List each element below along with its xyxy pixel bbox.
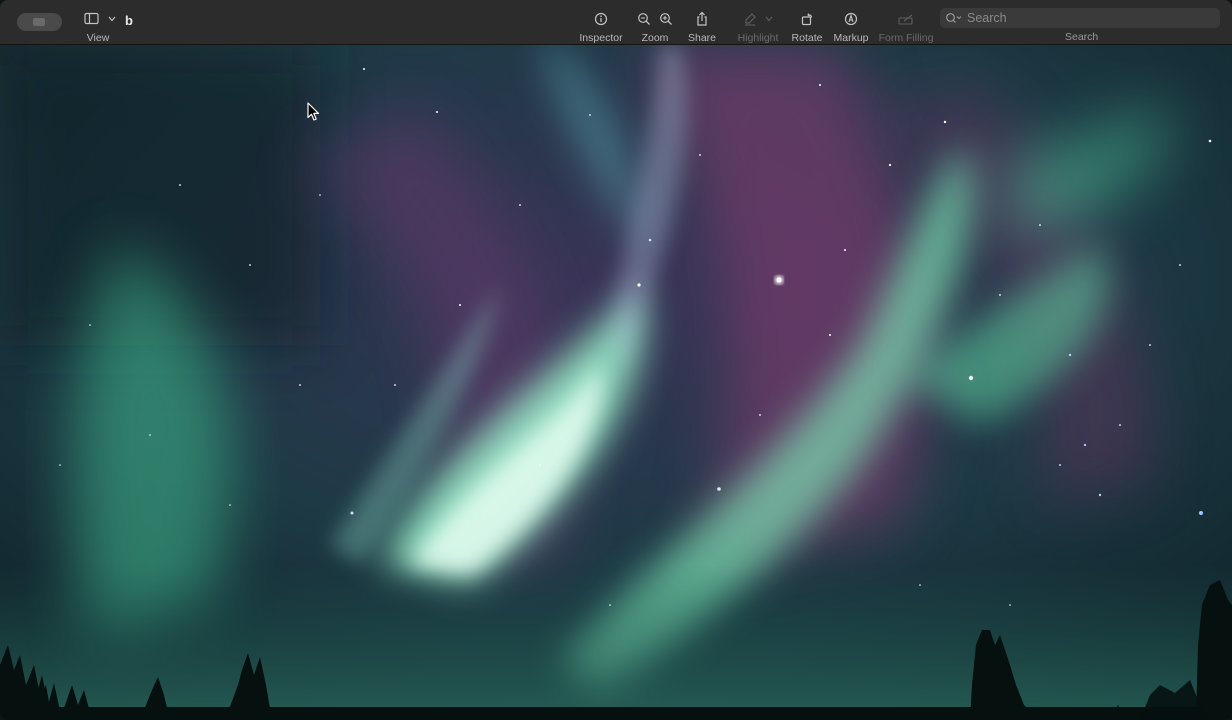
view-label: View bbox=[86, 32, 110, 44]
search-icon bbox=[946, 13, 962, 23]
preview-window: View b Inspector Zoom Share Highlight Ro… bbox=[0, 0, 1232, 720]
share-label: Share bbox=[687, 32, 717, 44]
info-icon bbox=[594, 12, 608, 26]
form-filling-button[interactable]: Form Filling bbox=[878, 0, 934, 45]
inspector-button[interactable]: Inspector bbox=[578, 0, 624, 45]
search-field[interactable] bbox=[940, 8, 1220, 28]
zoom-control[interactable]: Zoom bbox=[634, 0, 676, 45]
search-label: Search bbox=[1065, 31, 1099, 43]
zoom-label: Zoom bbox=[641, 32, 669, 44]
highlight-button[interactable]: Highlight bbox=[736, 0, 780, 45]
markup-pen-icon bbox=[844, 12, 858, 26]
markup-button[interactable]: Markup bbox=[832, 0, 870, 45]
sidebar-icon bbox=[84, 12, 99, 25]
form-filling-icon bbox=[898, 14, 913, 25]
form-filling-label: Form Filling bbox=[878, 32, 934, 44]
highlighter-icon bbox=[745, 13, 756, 26]
mouse-pointer-icon bbox=[307, 102, 320, 121]
highlight-label: Highlight bbox=[737, 32, 779, 44]
share-button[interactable]: Share bbox=[686, 0, 718, 45]
document-title: b bbox=[125, 13, 133, 28]
toolbar: View b Inspector Zoom Share Highlight Ro… bbox=[0, 0, 1232, 45]
chevron-down-icon bbox=[765, 16, 773, 22]
view-button[interactable]: View bbox=[84, 0, 116, 45]
rotate-icon bbox=[801, 13, 813, 26]
aurora-photo bbox=[0, 45, 1232, 720]
chevron-down-icon bbox=[108, 16, 116, 22]
zoom-out-icon[interactable] bbox=[637, 12, 651, 26]
zoom-in-icon[interactable] bbox=[659, 12, 673, 26]
share-icon bbox=[697, 11, 707, 26]
window-controls-pill[interactable] bbox=[17, 13, 62, 31]
inspector-label: Inspector bbox=[579, 32, 623, 44]
markup-label: Markup bbox=[833, 32, 869, 44]
rotate-button[interactable]: Rotate bbox=[790, 0, 824, 45]
rotate-label: Rotate bbox=[791, 32, 823, 44]
search-input[interactable] bbox=[967, 11, 1207, 25]
